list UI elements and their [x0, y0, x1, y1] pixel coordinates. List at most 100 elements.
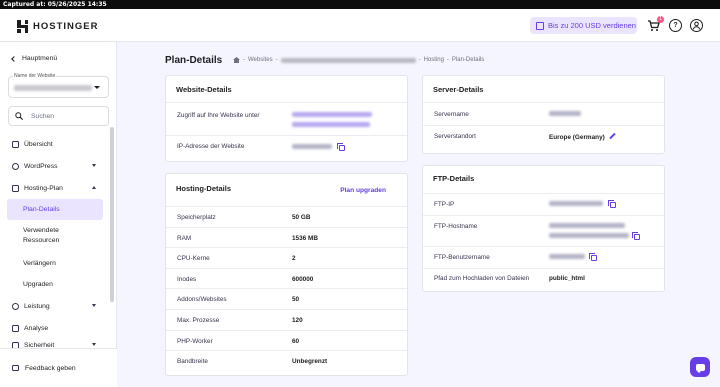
ftp-upload-path-label: Pfad zum Hochladen von Dateien: [434, 275, 530, 282]
website-select[interactable]: Name der Website: [8, 73, 109, 98]
copy-icon[interactable]: [632, 232, 640, 240]
copy-icon[interactable]: [589, 253, 597, 261]
home-icon[interactable]: [233, 57, 240, 63]
edit-pencil-icon[interactable]: [609, 132, 616, 140]
hosting-detail-key: Max. Prozesse: [177, 317, 220, 324]
sidebar: Hauptmenü Name der Website Suchen Übersi…: [0, 42, 117, 387]
ftp-details-title: FTP-Details: [433, 174, 475, 183]
chevron-down-icon: [92, 304, 96, 307]
website-details-card: Website-Details Zugriff auf Ihre Website…: [165, 75, 408, 162]
sidebar-item-overview[interactable]: Übersicht: [7, 134, 103, 154]
hostinger-logo-icon: [17, 20, 28, 33]
sidebar-item-label: Upgraden: [23, 280, 53, 288]
chevron-down-icon: [94, 86, 100, 89]
capture-timestamp-bar: Captured at: 05/26/2025 14:35: [0, 0, 720, 9]
main-menu-label: Hauptmenü: [22, 55, 58, 62]
referral-promo-button[interactable]: Bis zu 200 USD verdienen: [530, 17, 637, 34]
breadcrumb: - Websites - - Hosting - Plan-Details: [233, 57, 484, 63]
hosting-detail-key: Bandbreite: [177, 358, 208, 366]
copy-icon[interactable]: [608, 200, 616, 208]
breadcrumb-websites[interactable]: Websites: [248, 57, 273, 63]
feedback-icon: [12, 365, 19, 371]
sidebar-item-performance[interactable]: Leistung: [7, 296, 103, 316]
sidebar-item-analytics[interactable]: Analyse: [7, 318, 103, 338]
sidebar-item-label: Leistung: [24, 302, 50, 310]
website-access-row: Zugriff auf Ihre Website unter: [166, 102, 407, 135]
capture-timestamp: Captured at: 05/26/2025 14:35: [3, 1, 107, 8]
ftp-upload-path-row: Pfad zum Hochladen von Dateien public_ht…: [423, 268, 664, 292]
page-title: Plan-Details: [165, 55, 223, 66]
chevron-down-icon: [92, 343, 96, 346]
hosting-detail-row: PHP-Worker 60: [166, 329, 407, 351]
ftp-ip-row: FTP-IP: [423, 193, 664, 215]
overview-icon: [12, 140, 19, 148]
chat-button[interactable]: [690, 357, 710, 377]
sidebar-search-input[interactable]: Suchen: [8, 106, 109, 126]
hosting-detail-row: CPU-Kerne 2: [166, 247, 407, 268]
hostinger-logo[interactable]: HOSTINGER: [17, 20, 98, 33]
sidebar-scrollbar[interactable]: [110, 127, 114, 302]
sidebar-item-used-resources[interactable]: Verwendete Ressourcen: [7, 223, 103, 249]
server-name-row: Servername: [423, 102, 664, 125]
server-name-label: Servername: [434, 111, 469, 118]
website-url-link-redacted[interactable]: [292, 112, 372, 117]
hosting-detail-value: 2: [292, 255, 296, 263]
hosting-detail-value: 1536 MB: [292, 234, 318, 242]
ftp-ip-label: FTP-IP: [434, 201, 455, 208]
server-name-value-redacted: [549, 111, 581, 116]
sidebar-item-wordpress[interactable]: WordPress: [7, 156, 103, 176]
website-select-value-redacted: [14, 85, 92, 91]
server-location-value: Europe (Germany): [549, 134, 605, 141]
hosting-detail-value: 120: [292, 317, 303, 324]
main-menu-back-link[interactable]: Hauptmenü: [11, 55, 58, 62]
upgrade-plan-button[interactable]: Plan upgraden: [340, 187, 386, 194]
ftp-username-label: FTP-Benutzername: [434, 254, 490, 261]
ftp-hostname-row: FTP-Hostname: [423, 215, 664, 246]
account-button[interactable]: [690, 19, 703, 32]
sidebar-item-label: Verwendete Ressourcen: [23, 227, 60, 244]
website-select-label: Name der Website: [13, 73, 57, 79]
server-details-card: Server-Details Servername Serverstandort…: [422, 75, 665, 154]
hosting-detail-value: 600000: [292, 275, 314, 283]
ftp-details-card: FTP-Details FTP-IP FTP-Hostname FTP-Benu…: [422, 165, 665, 292]
website-ip-label: IP-Adresse der Website: [177, 143, 245, 150]
ftp-username-row: FTP-Benutzername: [423, 246, 664, 268]
website-access-label: Zugriff auf Ihre Website unter: [177, 112, 260, 119]
sidebar-item-plan-details[interactable]: Plan-Details: [7, 199, 103, 220]
copy-icon[interactable]: [337, 143, 345, 151]
breadcrumb-website-redacted[interactable]: [280, 57, 416, 63]
sidebar-item-renew[interactable]: Verlängern: [7, 253, 103, 273]
search-placeholder: Suchen: [31, 112, 55, 120]
help-button[interactable]: ?: [669, 19, 682, 32]
chevron-up-icon: [92, 186, 96, 189]
website-ip-row: IP-Adresse der Website: [166, 135, 407, 162]
sidebar-item-hosting-plan[interactable]: Hosting-Plan: [7, 178, 103, 198]
hosting-detail-value: 50: [292, 296, 300, 304]
top-bar: HOSTINGER Bis zu 200 USD verdienen 1 ?: [0, 9, 720, 42]
website-url-link-redacted-line2[interactable]: [292, 122, 370, 127]
hosting-detail-value: 50 GB: [292, 214, 311, 221]
server-details-title: Server-Details: [433, 85, 484, 94]
feedback-label: Feedback geben: [25, 364, 76, 372]
hosting-detail-key: PHP-Worker: [177, 337, 213, 345]
server-location-row: Serverstandort Europe (Germany): [423, 125, 664, 154]
sidebar-item-upgrade[interactable]: Upgraden: [7, 274, 103, 294]
sidebar-item-label: Analyse: [24, 324, 49, 332]
feedback-button[interactable]: Feedback geben: [0, 348, 117, 387]
website-details-title: Website-Details: [176, 85, 232, 94]
breadcrumb-hosting[interactable]: Hosting: [424, 57, 444, 63]
search-icon: [15, 112, 23, 120]
hosting-detail-row: Max. Prozesse 120: [166, 309, 407, 330]
hosting-detail-row: Speicherplatz 50 GB: [166, 206, 407, 227]
ftp-upload-path-value: public_html: [549, 275, 585, 282]
help-icon: ?: [673, 22, 678, 29]
user-icon: [692, 21, 701, 30]
hosting-detail-key: Speicherplatz: [177, 214, 216, 221]
cart-button[interactable]: 1: [647, 16, 664, 32]
brand-name: HOSTINGER: [33, 21, 99, 32]
website-ip-value-redacted: [292, 144, 332, 149]
breadcrumb-current: Plan-Details: [451, 57, 485, 63]
chat-icon: [695, 363, 705, 373]
hosting-detail-value: Unbegrenzt: [292, 358, 328, 366]
ftp-username-value-redacted: [549, 254, 585, 259]
